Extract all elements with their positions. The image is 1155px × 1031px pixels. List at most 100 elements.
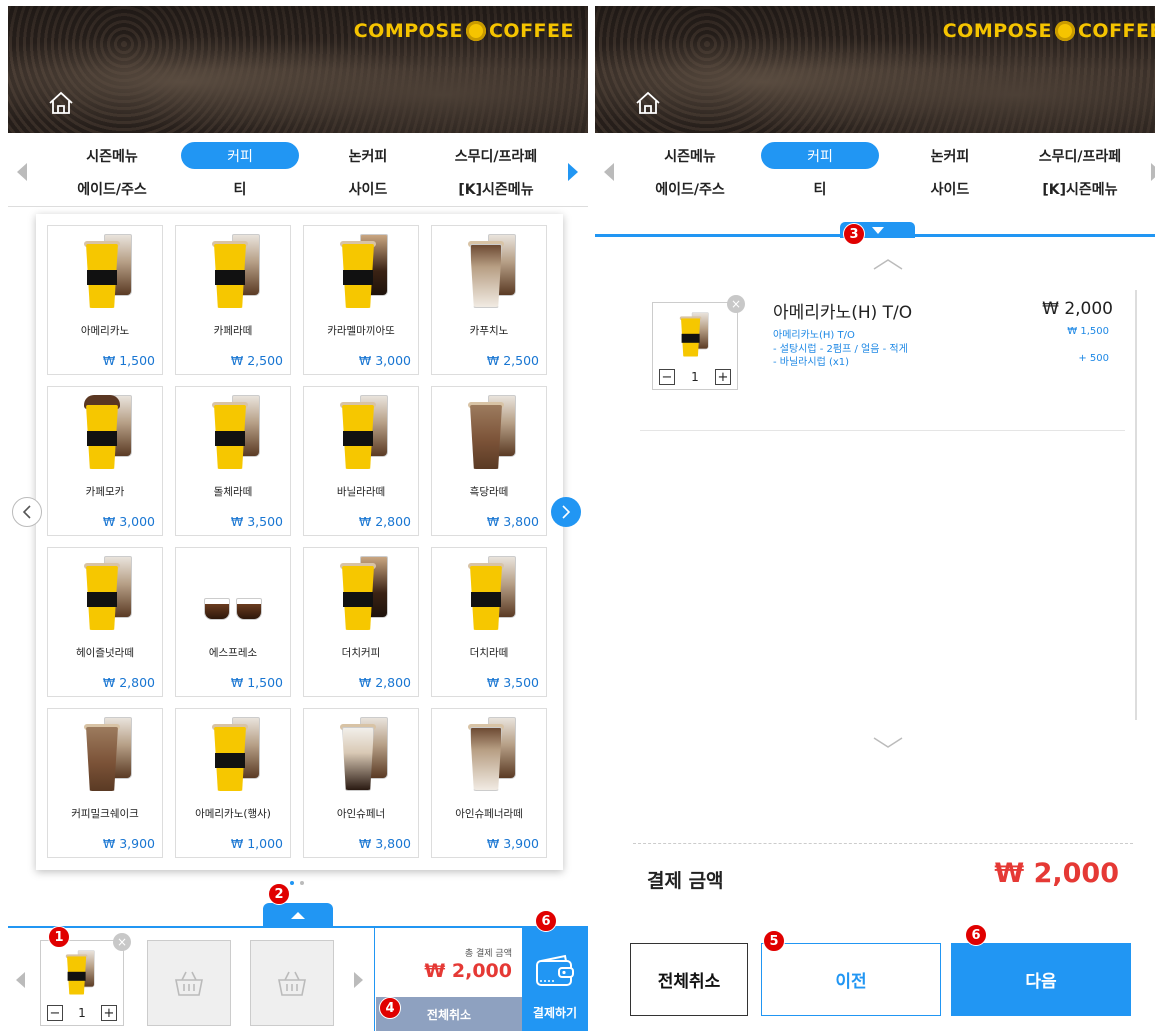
category-tab[interactable]: 에이드/주스 <box>625 172 755 205</box>
cart-bar: × − 1 + 1 총 결제 금액 ₩ 2,000 전체취소 4 결제하기 6 <box>8 910 588 1031</box>
menu-item[interactable]: 에스프레소 ₩ 1,500 <box>175 547 291 697</box>
category-tab[interactable]: 사이드 <box>304 172 432 205</box>
home-icon[interactable] <box>635 91 661 115</box>
category-tab[interactable]: 시즌메뉴 <box>48 139 176 172</box>
increase-button[interactable]: + <box>100 1005 117 1021</box>
cup-image <box>76 715 134 793</box>
scrollbar[interactable] <box>1135 290 1137 720</box>
scroll-down-icon[interactable] <box>873 737 903 749</box>
cart-slot-empty <box>250 940 334 1026</box>
menu-item-image <box>48 552 162 632</box>
cup-image <box>460 393 518 471</box>
brand-text-1: COMPOSE <box>353 20 463 42</box>
wallet-icon <box>536 954 574 986</box>
menu-item[interactable]: 흑당라떼 ₩ 3,800 <box>431 386 547 536</box>
menu-item-price: ₩ 3,000 <box>358 353 411 368</box>
menu-item-price: ₩ 3,000 <box>102 514 155 529</box>
menu-item-name: 더치커피 <box>341 647 381 659</box>
decrease-button[interactable]: − <box>47 1005 63 1021</box>
prev-button[interactable]: 이전 <box>761 943 941 1016</box>
menu-item-name: 바닐라라떼 <box>336 486 386 498</box>
cancel-all-button[interactable]: 전체취소 <box>630 943 748 1016</box>
menu-item-price: ₩ 3,900 <box>102 836 155 851</box>
basket-icon <box>278 971 306 996</box>
category-label: 논커피 <box>930 148 970 165</box>
chevron-right-icon <box>562 505 571 519</box>
menu-item[interactable]: 더치커피 ₩ 2,800 <box>303 547 419 697</box>
category-label: 스무디/프라페 <box>454 148 538 165</box>
cart-prev-icon[interactable] <box>16 972 25 988</box>
category-tab[interactable]: 스무디/프라페 <box>432 139 560 172</box>
remove-item-icon[interactable]: × <box>113 933 131 951</box>
menu-item[interactable]: 아인슈페너라떼 ₩ 3,900 <box>431 708 547 858</box>
menu-item[interactable]: 카푸치노 ₩ 2,500 <box>431 225 547 375</box>
dashed-divider <box>633 843 1133 844</box>
home-icon[interactable] <box>48 91 74 115</box>
payment-amount-value: ₩ 2,000 <box>994 858 1119 889</box>
menu-item[interactable]: 더치라떼 ₩ 3,500 <box>431 547 547 697</box>
scroll-up-icon[interactable] <box>873 258 903 270</box>
remove-item-icon[interactable]: × <box>727 295 745 313</box>
chevron-left-icon <box>22 505 31 519</box>
decrease-button[interactable]: − <box>659 369 675 385</box>
category-next-icon[interactable] <box>1151 163 1155 181</box>
expand-cart-tab[interactable] <box>263 903 333 927</box>
menu-item[interactable]: 바닐라라떼 ₩ 2,800 <box>303 386 419 536</box>
cup-image <box>460 554 518 632</box>
menu-item[interactable]: 헤이즐넛라떼 ₩ 2,800 <box>47 547 163 697</box>
category-label: 티 <box>233 181 247 198</box>
category-label: [K]시즌메뉴 <box>458 181 534 198</box>
category-label: 논커피 <box>348 148 388 165</box>
menu-next-page-button[interactable] <box>551 497 581 527</box>
category-label: 커피 <box>181 142 299 169</box>
cup-image <box>332 554 390 632</box>
menu-item[interactable]: 돌체라떼 ₩ 3,500 <box>175 386 291 536</box>
cup-image <box>332 715 390 793</box>
menu-item[interactable]: 아메리카노(행사) ₩ 1,000 <box>175 708 291 858</box>
increase-button[interactable]: + <box>714 369 731 385</box>
menu-item[interactable]: 커피밀크쉐이크 ₩ 3,900 <box>47 708 163 858</box>
category-tab[interactable]: [K]시즌메뉴 <box>1015 172 1145 205</box>
menu-screen: COMPOSE COFFEE 시즌메뉴 커피 논커피 스무디/프라페 에이드/주스 티 사이… <box>8 0 588 1031</box>
menu-prev-page-button[interactable] <box>12 497 42 527</box>
cup-image <box>460 232 518 310</box>
order-item-image <box>675 311 710 358</box>
order-option-row: 아메리카노(H) T/O ₩ 1,500 <box>773 326 1109 341</box>
menu-item-price: ₩ 2,500 <box>486 353 539 368</box>
menu-item[interactable]: 아인슈페너 ₩ 3,800 <box>303 708 419 858</box>
category-tab[interactable]: 논커피 <box>304 139 432 172</box>
pay-label: 결제하기 <box>532 1006 578 1020</box>
next-button[interactable]: 다음 <box>951 943 1131 1016</box>
category-tab[interactable]: 논커피 <box>885 139 1015 172</box>
menu-item[interactable]: 아메리카노 ₩ 1,500 <box>47 225 163 375</box>
menu-item[interactable]: 카라멜마끼아또 ₩ 3,000 <box>303 225 419 375</box>
cart-slot-filled[interactable]: × − 1 + <box>40 933 131 1026</box>
cup-image <box>204 232 262 310</box>
menu-item[interactable]: 카페라떼 ₩ 2,500 <box>175 225 291 375</box>
cancel-all-label: 전체취소 <box>426 1007 472 1022</box>
menu-grid: 아메리카노 ₩ 1,500 카페라떼 ₩ 2,500 카라멜마끼아또 ₩ 3,000 카푸치… <box>47 225 555 858</box>
category-tab[interactable]: 에이드/주스 <box>48 172 176 205</box>
category-tab[interactable]: 시즌메뉴 <box>625 139 755 172</box>
category-prev-icon[interactable] <box>604 163 614 181</box>
prev-label: 이전 <box>835 972 867 992</box>
menu-item-price: ₩ 2,500 <box>230 353 283 368</box>
menu-item[interactable]: 카페모카 ₩ 3,000 <box>47 386 163 536</box>
brand-emblem-icon <box>1054 21 1075 41</box>
category-tab[interactable]: 티 <box>176 172 304 205</box>
category-next-icon[interactable] <box>568 163 578 181</box>
pay-button[interactable]: 결제하기 <box>522 928 588 1031</box>
menu-item-image <box>176 391 290 471</box>
cart-next-icon[interactable] <box>354 972 363 988</box>
category-prev-icon[interactable] <box>17 163 27 181</box>
menu-item-image <box>432 230 546 310</box>
category-tab[interactable]: [K]시즌메뉴 <box>432 172 560 205</box>
category-tab[interactable]: 커피 <box>755 139 885 172</box>
category-tab[interactable]: 스무디/프라페 <box>1015 139 1145 172</box>
category-tab[interactable]: 사이드 <box>885 172 1015 205</box>
category-tab[interactable]: 티 <box>755 172 885 205</box>
menu-item-name: 아인슈페너 <box>336 808 386 820</box>
basket-icon <box>175 971 203 996</box>
category-tab[interactable]: 커피 <box>176 139 304 172</box>
menu-item-image <box>304 713 418 793</box>
